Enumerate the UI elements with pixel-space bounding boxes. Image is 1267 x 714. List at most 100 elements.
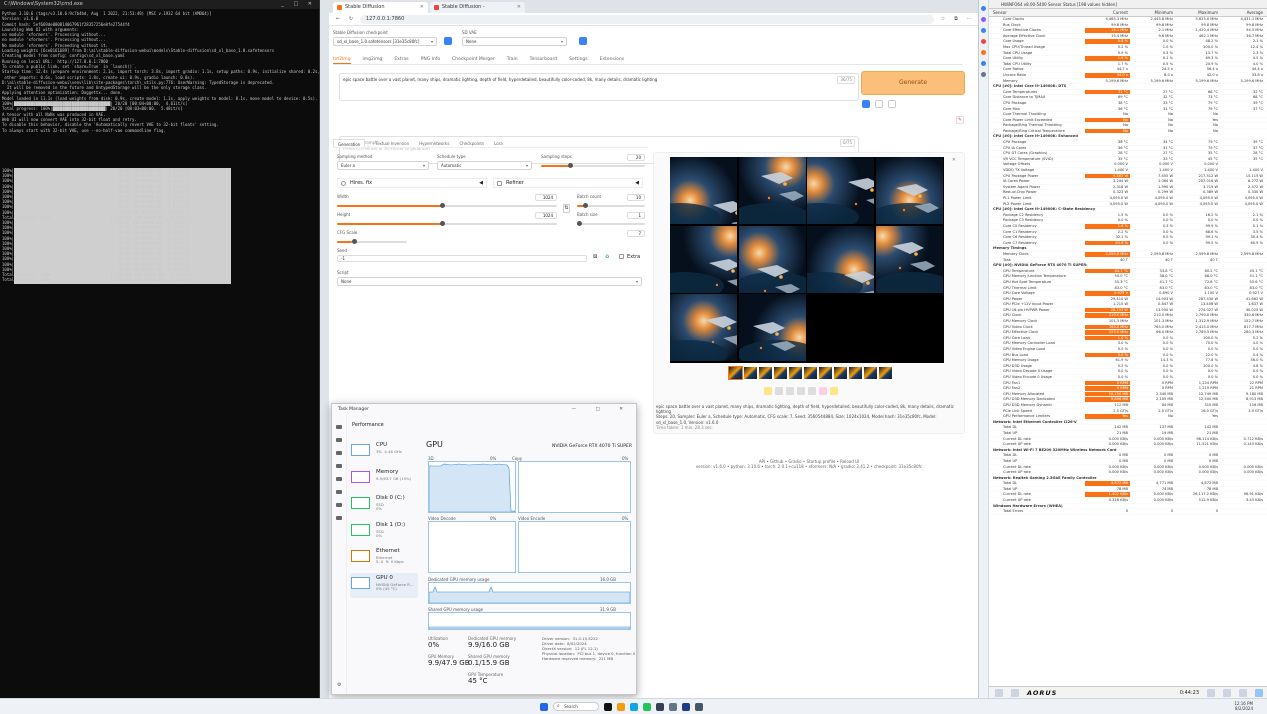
- collapse-icon[interactable]: ◀: [635, 180, 642, 186]
- dice-icon[interactable]: ⚄: [593, 254, 597, 260]
- generated-image[interactable]: [807, 157, 874, 224]
- column-header[interactable]: Sensor: [989, 9, 1085, 16]
- copilot-icon[interactable]: [981, 17, 986, 22]
- checkbox-icon[interactable]: [862, 100, 870, 108]
- generated-image[interactable]: [738, 294, 806, 361]
- processes-icon[interactable]: [336, 438, 342, 442]
- task-manager-window[interactable]: Task Manager — □ ✕ Performance CPU 3% 4.4…: [331, 403, 637, 695]
- chrome-icon[interactable]: [643, 702, 651, 711]
- gallery-thumbnail[interactable]: [819, 367, 832, 379]
- main-tab[interactable]: txt2img: [333, 54, 351, 64]
- games-icon[interactable]: [981, 39, 986, 44]
- main-tab[interactable]: Settings: [569, 54, 587, 64]
- width-input[interactable]: 1024: [535, 194, 557, 201]
- generated-image[interactable]: [670, 294, 737, 361]
- gallery-thumbnail[interactable]: [759, 367, 772, 379]
- main-tab[interactable]: Train: [507, 54, 518, 64]
- shopping-icon[interactable]: [981, 28, 986, 33]
- resource-item[interactable]: Disk 0 (C:) SSD 0%: [350, 493, 418, 518]
- send-to-extras-icon[interactable]: [819, 387, 827, 395]
- task-view-icon[interactable]: [604, 702, 612, 711]
- clipboard-icon[interactable]: [888, 100, 896, 108]
- settings-icon[interactable]: ⚙: [337, 682, 341, 688]
- services-icon[interactable]: [336, 516, 342, 520]
- extensions-icon[interactable]: ⧉: [952, 16, 960, 22]
- generated-image[interactable]: [807, 225, 874, 293]
- reload-icon[interactable]: ↻: [347, 16, 355, 22]
- batch-size-slider[interactable]: [577, 221, 645, 226]
- star-icon[interactable]: ☆: [939, 16, 947, 22]
- task-manager-icon[interactable]: [669, 702, 677, 711]
- hwinfo-icon[interactable]: [682, 702, 690, 711]
- main-tab[interactable]: Checkpoint Merger: [452, 54, 495, 64]
- list-icon[interactable]: [875, 100, 883, 108]
- details-icon[interactable]: [336, 503, 342, 507]
- schedule-type-select[interactable]: Automatic: [437, 161, 532, 170]
- url-field[interactable]: 127.0.0.1:7860: [360, 14, 934, 24]
- height-input[interactable]: 1024: [535, 212, 557, 219]
- generated-image[interactable]: [738, 225, 806, 293]
- users-icon[interactable]: [336, 490, 342, 494]
- image-icon[interactable]: [797, 387, 805, 395]
- prompt-textarea[interactable]: epic space battle over a vast planet, ma…: [339, 73, 859, 101]
- cfg-scale-slider[interactable]: [337, 239, 407, 244]
- hwinfo-sensor-table[interactable]: Core Clocks 4,465.3 MHz 2,445.8 MHz 5,625.0…: [989, 17, 1267, 677]
- folder-icon[interactable]: [764, 387, 772, 395]
- terminal-icon[interactable]: [656, 702, 664, 711]
- console-window-controls[interactable]: _ □ ✕: [279, 0, 319, 9]
- file-explorer-icon[interactable]: [617, 702, 625, 711]
- save-icon[interactable]: [775, 387, 783, 395]
- console-titlebar[interactable]: C:\Windows\System32\cmd.exe _ □ ✕: [0, 0, 319, 9]
- app-icon[interactable]: [695, 702, 703, 711]
- close-icon[interactable]: [1255, 688, 1263, 697]
- performance-icon[interactable]: [336, 451, 342, 455]
- task-manager-titlebar[interactable]: Task Manager — □ ✕: [332, 404, 636, 416]
- refresh-vae-button[interactable]: [579, 37, 587, 45]
- sub-tab[interactable]: Lora: [494, 139, 503, 147]
- tools-icon[interactable]: [981, 72, 986, 77]
- settings-icon[interactable]: [1239, 688, 1247, 697]
- generated-image[interactable]: [875, 225, 943, 293]
- resource-item[interactable]: Ethernet Ethernet S: 0 R: 0 Kbps: [350, 546, 418, 571]
- outlook-icon[interactable]: [981, 61, 986, 66]
- clock-icon[interactable]: [1207, 688, 1215, 697]
- resource-item[interactable]: CPU 3% 4.46 GHz: [350, 440, 418, 465]
- generated-image[interactable]: [670, 157, 737, 224]
- batch-count-slider[interactable]: [577, 203, 645, 208]
- swap-dimensions-icon[interactable]: ⇅: [563, 204, 570, 213]
- report-icon[interactable]: [1223, 688, 1231, 697]
- hires-fix-checkbox[interactable]: [341, 180, 346, 186]
- refresh-checkpoint-button[interactable]: [444, 37, 452, 45]
- sub-tab[interactable]: Textual Inversion: [375, 139, 409, 147]
- main-tab[interactable]: img2img: [363, 54, 383, 64]
- resource-item[interactable]: Disk 1 (D:) SSD 0%: [350, 520, 418, 545]
- column-header[interactable]: Maximum: [1175, 9, 1220, 16]
- main-tab[interactable]: Tensorboard: [530, 54, 558, 64]
- resource-item[interactable]: Memory 9.5/63.7 GB (15%): [350, 467, 418, 492]
- edge-icon[interactable]: [981, 6, 986, 11]
- gallery-thumbnail[interactable]: [804, 367, 817, 379]
- console-output[interactable]: Python 3.10.6 (tags/v3.10.6:9c7b4bd, Aug…: [0, 9, 319, 179]
- startup-icon[interactable]: [336, 477, 342, 481]
- gallery-thumbnail[interactable]: [774, 367, 787, 379]
- edit-styles-icon[interactable]: ✎: [956, 116, 964, 124]
- sensor-row[interactable]: Total Errors 0 0 0: [989, 509, 1267, 515]
- height-slider[interactable]: [337, 221, 557, 226]
- image-grid[interactable]: [670, 157, 944, 363]
- seed-input[interactable]: -1: [337, 255, 587, 262]
- checkpoint-select[interactable]: sd_xl_base_1.0.safetensors [31e35c80fc]: [333, 37, 437, 46]
- browser-tab[interactable]: Stable Diffusion ✕: [333, 2, 428, 13]
- column-header[interactable]: Average: [1220, 9, 1265, 16]
- gallery-thumbnail[interactable]: [879, 367, 892, 379]
- close-icon[interactable]: ✕: [517, 2, 521, 13]
- width-slider[interactable]: [337, 203, 557, 208]
- extra-checkbox[interactable]: [619, 254, 624, 259]
- generated-image[interactable]: [738, 157, 806, 224]
- main-tab[interactable]: PNG Info: [421, 54, 441, 64]
- layout-icon[interactable]: [1011, 688, 1019, 697]
- sampling-steps-input[interactable]: 20: [627, 154, 645, 161]
- close-icon[interactable]: ✕: [420, 2, 424, 13]
- hamburger-icon[interactable]: [336, 425, 342, 429]
- gallery-thumbnail[interactable]: [789, 367, 802, 379]
- browser-tab[interactable]: Stable Diffusion - Automatic... ✕: [430, 2, 525, 21]
